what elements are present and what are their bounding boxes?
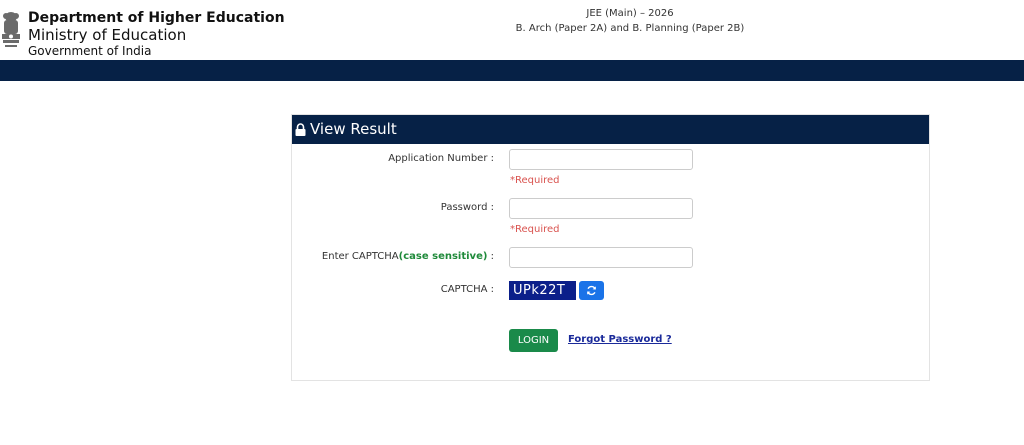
password-label: Password :: [440, 202, 494, 213]
nav-bar: [0, 60, 1024, 81]
password-required-text: *Required: [510, 224, 560, 235]
department-block: Department of Higher Education Ministry …: [28, 10, 285, 58]
exam-info: JEE (Main) – 2026 B. Arch (Paper 2A) and…: [440, 6, 820, 36]
application-number-label: Application Number :: [388, 153, 494, 164]
lock-icon: [295, 123, 306, 136]
password-input[interactable]: [509, 198, 693, 219]
forgot-password-link[interactable]: Forgot Password ?: [568, 334, 672, 345]
panel-title: View Result: [310, 120, 397, 138]
enter-captcha-label-text: Enter CAPTCHA: [321, 251, 399, 262]
national-emblem-icon: [2, 12, 20, 47]
captcha-image: UPk22T: [509, 281, 576, 300]
exam-title: JEE (Main) – 2026: [586, 8, 674, 19]
enter-captcha-label-colon: :: [487, 251, 494, 262]
captcha-input[interactable]: [509, 247, 693, 268]
ministry-name: Ministry of Education: [28, 26, 187, 44]
view-result-panel: View Result Application Number : *Requir…: [291, 114, 930, 381]
captcha-label: CAPTCHA :: [440, 284, 494, 295]
panel-header: View Result: [292, 115, 929, 144]
enter-captcha-label: Enter CAPTCHA(case sensitive) :: [322, 251, 494, 262]
login-button[interactable]: LOGIN: [509, 329, 558, 352]
refresh-icon: [587, 285, 596, 296]
department-title: Department of Higher Education: [28, 10, 285, 26]
refresh-captcha-button[interactable]: [579, 281, 604, 300]
case-sensitive-note: (case sensitive): [398, 251, 488, 262]
application-number-input[interactable]: [509, 149, 693, 170]
site-header: Department of Higher Education Ministry …: [0, 0, 1024, 60]
application-required-text: *Required: [510, 175, 560, 186]
government-name: Government of India: [28, 44, 152, 58]
exam-subtitle: B. Arch (Paper 2A) and B. Planning (Pape…: [515, 23, 745, 34]
